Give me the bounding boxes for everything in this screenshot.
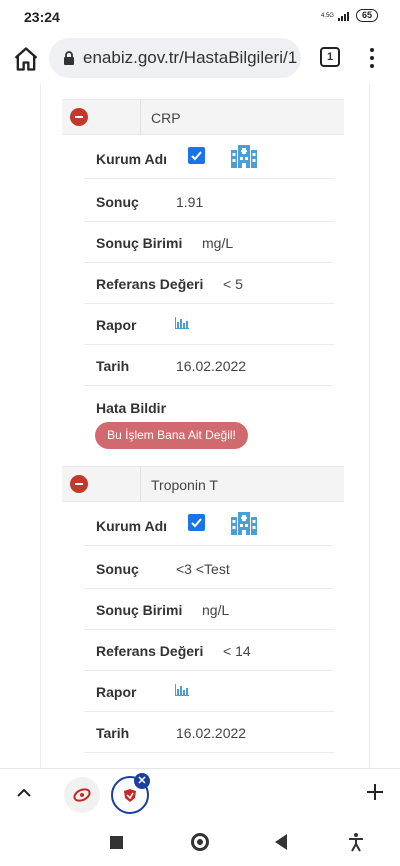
home-icon[interactable]: [12, 45, 40, 73]
test-name: CRP: [151, 110, 181, 126]
lab-results: CRP Kurum Adı Sonuç 1.91 Sonuç Birimi mg…: [0, 84, 400, 768]
browser-toolbar: enabiz.gov.tr/HastaBilgileri/1 1: [0, 34, 400, 84]
report-error-button[interactable]: Bu İşlem Bana Ait Değil!: [95, 422, 248, 449]
row-birim: Sonuç Birimi ng/L: [84, 589, 334, 630]
report-chart-icon[interactable]: [175, 317, 189, 329]
birim-value: mg/L: [202, 235, 234, 251]
tarih-value: 16.02.2022: [176, 358, 247, 374]
test-name: Troponin T: [151, 477, 218, 493]
hospital-icon[interactable]: [230, 143, 258, 169]
referans-value: < 5: [223, 276, 243, 292]
birim-label: Sonuç Birimi: [96, 602, 183, 618]
tab-strip: ✕: [0, 768, 400, 820]
collapse-icon[interactable]: [70, 108, 88, 126]
row-birim: Sonuç Birimi mg/L: [84, 222, 334, 263]
recents-icon[interactable]: [110, 836, 123, 849]
row-sonuc: Sonuç <3 <Test: [84, 548, 334, 589]
row-kurum: Kurum Adı: [84, 505, 334, 546]
network-type: 4.5G: [320, 12, 334, 19]
test-header: Troponin T: [62, 466, 344, 502]
referans-label: Referans Değeri: [96, 276, 204, 292]
battery-level: 65: [355, 9, 378, 22]
lock-icon: [64, 51, 74, 65]
row-tarih: Tarih 16.02.2022: [84, 712, 334, 753]
row-referans: Referans Değeri < 5: [84, 263, 334, 304]
status-bar: 23:24 4.5G 65: [0, 0, 400, 34]
rapor-label: Rapor: [96, 317, 137, 333]
sonuc-label: Sonuç: [96, 561, 139, 577]
birim-label: Sonuç Birimi: [96, 235, 183, 251]
referans-label: Referans Değeri: [96, 643, 204, 659]
kurum-checkbox[interactable]: [188, 147, 205, 164]
tab-thumbnail[interactable]: [64, 777, 100, 813]
address-bar[interactable]: enabiz.gov.tr/HastaBilgileri/1: [49, 38, 301, 78]
row-sonuc: Sonuç 1.91: [84, 181, 334, 222]
status-time: 23:24: [24, 9, 60, 25]
row-tarih: Tarih 16.02.2022: [84, 345, 334, 386]
report-chart-icon[interactable]: [175, 684, 189, 696]
row-referans: Referans Değeri < 14: [84, 630, 334, 671]
tarih-value: 16.02.2022: [176, 725, 247, 741]
new-tab-plus-icon[interactable]: [366, 783, 384, 801]
tarih-label: Tarih: [96, 358, 130, 374]
referans-value: < 14: [223, 643, 251, 659]
header-divider: [140, 100, 141, 134]
birim-value: ng/L: [202, 602, 230, 618]
site-favicon-icon: [73, 788, 91, 802]
header-divider: [140, 467, 141, 501]
hospital-icon[interactable]: [230, 510, 258, 536]
close-tab-icon[interactable]: ✕: [134, 773, 150, 789]
row-rapor: Rapor: [84, 304, 334, 345]
test-header: CRP: [62, 99, 344, 135]
tarih-label: Tarih: [96, 725, 130, 741]
tab-switcher-button[interactable]: 1: [320, 47, 340, 67]
kurum-checkbox[interactable]: [188, 514, 205, 531]
home-nav-icon[interactable]: [191, 833, 209, 851]
sonuc-value: <3 <Test: [176, 561, 230, 577]
url-text: enabiz.gov.tr/HastaBilgileri/1: [83, 48, 298, 67]
row-rapor: Rapor: [84, 671, 334, 712]
sonuc-value: 1.91: [176, 194, 204, 210]
kurum-label: Kurum Adı: [96, 151, 168, 167]
more-menu-icon[interactable]: [362, 46, 382, 70]
collapse-icon[interactable]: [70, 475, 88, 493]
sonuc-label: Sonuç: [96, 194, 139, 210]
rapor-label: Rapor: [96, 684, 137, 700]
kurum-label: Kurum Adı: [96, 518, 168, 534]
accessibility-icon[interactable]: [347, 832, 365, 852]
chevron-up-icon[interactable]: [16, 787, 32, 799]
back-icon[interactable]: [275, 834, 287, 850]
signal-icon: [337, 11, 349, 21]
hata-bildir-label: Hata Bildir: [96, 400, 167, 416]
status-icons: 4.5G 65: [321, 9, 378, 22]
row-kurum: Kurum Adı: [84, 138, 334, 179]
system-nav-bar: [0, 820, 400, 866]
